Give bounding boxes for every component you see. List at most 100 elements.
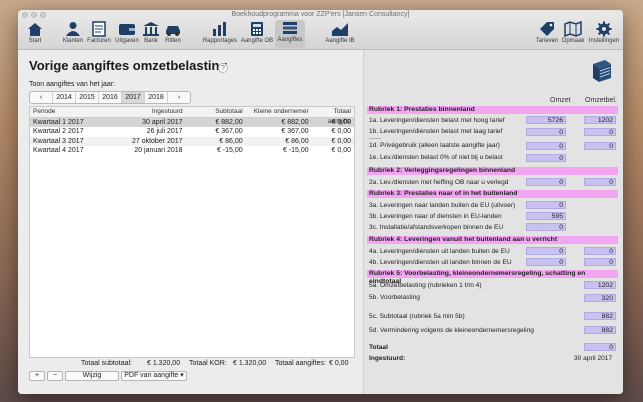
line-3c-omzet: 0 [526,223,566,231]
section-rubriek-1: Rubriek 1: Prestaties binnenland [367,106,618,114]
section-rubriek-3: Rubriek 3: Prestaties naar of in het bui… [367,190,618,198]
cell-ingestuurd: 27 oktober 2017 [131,137,183,145]
line-5c-label: 5c. Subtotaal (rubriek 5a min 5b) [369,313,465,320]
toolbar-label: Klanten [62,38,84,44]
toolbar-label: Aangiftes [277,37,303,43]
line-1d-bel: 0 [584,142,616,150]
year-next-button[interactable]: › [168,92,190,103]
toolbar-label: Aangifte OB [240,38,274,44]
car-icon [166,26,180,36]
column-header[interactable]: Ingestuurd [116,107,186,117]
title-bar: Boekhoudprogramma voor ZZP'ers [Jansen C… [18,10,623,19]
cell-kor: € -15,00 [282,147,309,155]
calculator-icon [251,22,263,36]
table-header: Periode Ingestuurd Subtotaal Kleine onde… [30,107,354,125]
toolbar-label: Instellingen [588,38,620,44]
table-row[interactable]: Kwartaal 2 2017 26 juli 2017 € 367,00 € … [30,127,354,137]
line-1b-bel: 0 [584,128,616,136]
total-subtotal-label: Totaal subtotaal: [81,360,132,367]
main-content: Vorige aangiftes omzetbelasting ? Toon a… [18,50,623,394]
year-2014[interactable]: 2014 [53,92,76,103]
total-kor-value: € 1.320,00 [233,360,267,367]
line-4a-bel: 0 [584,247,616,255]
toolbar-opmaak[interactable]: Opmaak [558,21,588,44]
column-header[interactable]: Kleine ondernemer [246,107,312,117]
window-title: Boekhoudprogramma voor ZZP'ers [Jansen C… [231,11,410,18]
line-3a-omzet: 0 [526,201,566,209]
tag-icon [540,22,554,36]
cell-kor: € 882,00 [281,118,309,126]
table-row[interactable]: Kwartaal 4 2017 20 januari 2018 € -15,00… [30,146,354,156]
section-rubriek-2: Rubriek 2: Verleggingsregelingen binnenl… [367,167,618,175]
cell-totaal: € 0,00 [331,118,351,126]
col-omzet-header: Omzet [550,97,571,104]
year-2017[interactable]: 2017 [122,92,145,103]
year-2018[interactable]: 2018 [145,92,168,103]
toolbar-label: Start [28,38,42,44]
column-header[interactable]: Periode [30,107,116,117]
line-3a-label: 3a. Leveringen naar landen buiten de EU … [369,202,516,209]
line-1d-label: 1d. Privégebruik (alleen laatste aangift… [369,142,500,149]
line-4b-bel: 0 [584,258,616,266]
toolbar-facturen[interactable]: Facturen [84,21,114,44]
toolbar-label: Opmaak [561,38,585,44]
toolbar-aangifte-ib[interactable]: Aangifte IB [322,21,358,44]
cell-kor: € 86,00 [285,137,309,145]
column-header[interactable]: Subtotaal [186,107,246,117]
year-2015[interactable]: 2015 [76,92,99,103]
line-1b-label: 1b. Leveringen/diensten belast met laag … [369,128,503,135]
toolbar-rapportages[interactable]: Rapportages [202,21,238,44]
toolbar-label: Ritten [165,38,181,44]
cell-kor: € 367,00 [281,128,309,136]
gear-icon [596,21,612,37]
total-subtotal-value: € 1.320,00 [147,360,181,367]
cell-subtotaal: € 882,00 [215,118,243,126]
toolbar-ritten[interactable]: Ritten [158,21,188,44]
column-header[interactable]: Totaal aangifte [312,107,354,125]
invoice-icon [92,21,106,37]
table-row[interactable]: Kwartaal 3 2017 27 oktober 2017 € 86,00 … [30,136,354,147]
line-1e-omzet: 0 [526,154,566,162]
toolbar-aangiftes[interactable]: Aangiftes [275,20,305,48]
left-panel: Vorige aangiftes omzetbelasting ? Toon a… [18,50,358,394]
home-icon [28,23,42,36]
totals-bar: Totaal subtotaal: € 1.320,00 Totaal KOR:… [29,360,353,369]
year-selector: ‹ 2014 2015 2016 2017 2018 › [29,91,191,104]
map-icon [564,21,582,37]
year-2016[interactable]: 2016 [99,92,122,103]
toolbar-instellingen[interactable]: Instellingen [587,21,621,44]
line-1a-label: 1a. Leveringen/diensten belast met hoog … [369,117,505,124]
line-5d-label: 5d. Vermindering volgens de kleineondern… [369,327,534,334]
cell-periode: Kwartaal 2 2017 [33,128,84,136]
cell-ingestuurd: 20 januari 2018 [134,147,183,155]
ingestuurd-label: Ingestuurd: [369,355,406,362]
toolbar-aangifte-ob[interactable]: Aangifte OB [240,21,274,44]
cell-totaal: € 0,00 [331,137,351,145]
cell-periode: Kwartaal 4 2017 [33,147,84,155]
edit-button[interactable]: Wijzig [65,371,119,381]
table-row[interactable]: Kwartaal 1 2017 30 april 2017 € 882,00 €… [30,117,354,128]
year-prev-button[interactable]: ‹ [30,92,53,103]
bar-chart-icon [213,22,226,36]
line-1a-bel: 1202 [584,116,616,124]
toolbar-start[interactable]: Start [20,21,50,44]
toolbar: Start Klanten Facturen Uitgaven Bank Rit… [18,19,623,50]
line-4b-omzet: 0 [526,258,566,266]
books-icon [593,60,611,82]
cell-ingestuurd: 26 juli 2017 [146,128,183,136]
line-5d-bel: 882 [584,326,616,334]
col-omzetbel-header: Omzetbel. [585,97,617,104]
person-icon [66,22,80,36]
line-4a-label: 4a. Leveringen/diensten uit landen buite… [369,248,510,255]
line-1b-omzet: 0 [526,128,566,136]
returns-table: Periode Ingestuurd Subtotaal Kleine onde… [29,106,355,358]
cell-subtotaal: € -15,00 [216,147,243,155]
help-button[interactable]: ? [218,63,228,73]
area-chart-icon [332,23,348,36]
stack-icon [283,22,297,34]
add-button[interactable]: + [29,371,45,381]
line-1a-omzet: 5726 [526,116,566,124]
remove-button[interactable]: − [47,371,63,381]
pdf-dropdown-button[interactable]: PDF van aangifte ▾ [121,371,187,381]
toolbar-label: Facturen [87,38,111,44]
